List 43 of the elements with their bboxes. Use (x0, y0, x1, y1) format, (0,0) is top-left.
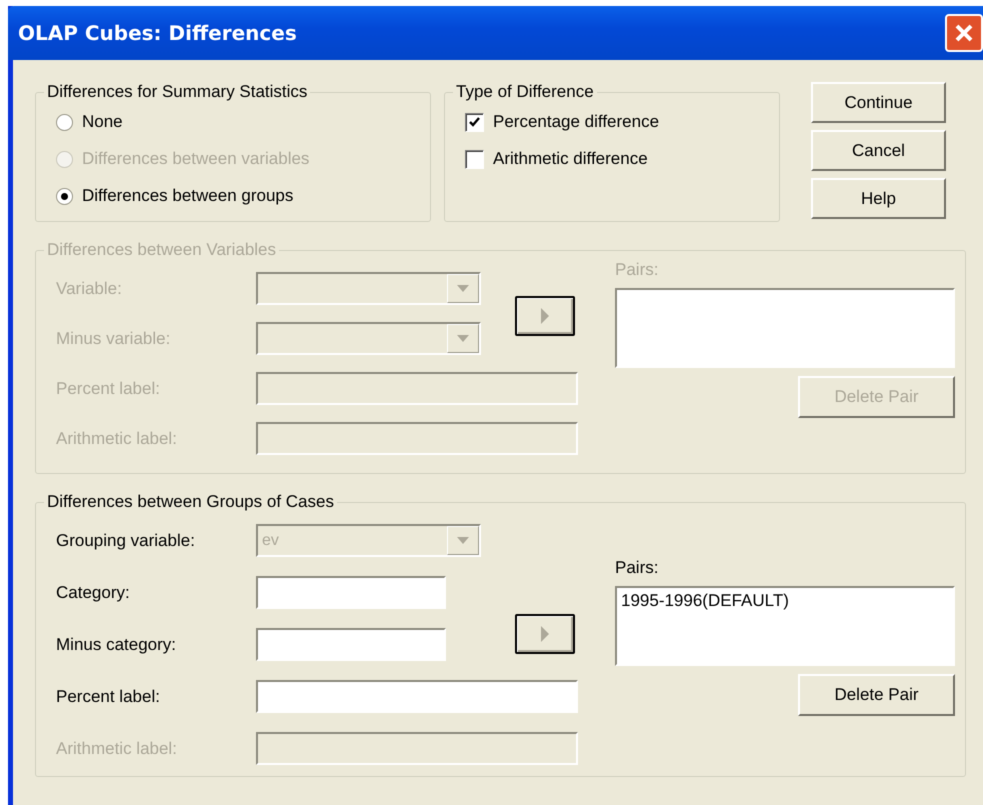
field-label: Minus variable: (56, 328, 172, 348)
dialog-button[interactable]: Cancel (811, 130, 946, 171)
input-field[interactable] (256, 628, 446, 661)
dialog-button[interactable]: Continue (811, 82, 946, 123)
input-field[interactable] (256, 680, 578, 713)
checkbox[interactable] (465, 112, 484, 132)
close-icon (954, 23, 974, 43)
close-button[interactable] (945, 14, 983, 52)
checkbox-label: Percentage difference (493, 112, 660, 132)
field-label: Minus category: (56, 634, 177, 654)
field-label: Percent label: (56, 686, 161, 706)
group-title: Differences between Variables (46, 240, 278, 260)
group-title: Differences for Summary Statistics (46, 82, 308, 102)
checkbox[interactable] (465, 150, 484, 168)
pair-item[interactable]: 1995-1996(DEFAULT) (621, 591, 949, 611)
group-title: Type of Difference (455, 82, 595, 102)
radio-button[interactable] (56, 188, 73, 204)
radio-button[interactable] (56, 114, 73, 130)
pairs-label: Pairs: (615, 260, 658, 280)
radio-label: Differences between groups (82, 186, 294, 206)
dialog-button[interactable]: Help (811, 178, 946, 219)
radio-label: Differences between variables (82, 149, 310, 169)
field-label: Category: (56, 582, 131, 602)
arrow-right-icon (540, 308, 550, 324)
caret-icon (457, 335, 469, 342)
field-label: Grouping variable: (56, 530, 196, 550)
checkbox-label: Arithmetic difference (493, 149, 648, 169)
group-title: Differences between Groups of Cases (46, 492, 335, 512)
check-icon (469, 117, 480, 127)
delete-pair-button[interactable]: Delete Pair (798, 674, 955, 716)
field-label: Variable: (56, 278, 123, 298)
arrow-right-icon (540, 626, 550, 642)
field-label: Percent label: (56, 378, 161, 398)
input-field[interactable] (256, 576, 446, 609)
move-button[interactable] (515, 614, 575, 654)
field-label: Arithmetic label: (56, 738, 178, 758)
caret-icon (457, 537, 469, 544)
window-title: OLAP Cubes: Differences (18, 21, 297, 45)
field-label: Arithmetic label: (56, 428, 178, 448)
radio-label: None (82, 112, 123, 132)
pairs-list[interactable]: 1995-1996(DEFAULT) (615, 586, 955, 666)
caret-icon (457, 285, 469, 292)
pairs-label: Pairs: (615, 558, 658, 578)
